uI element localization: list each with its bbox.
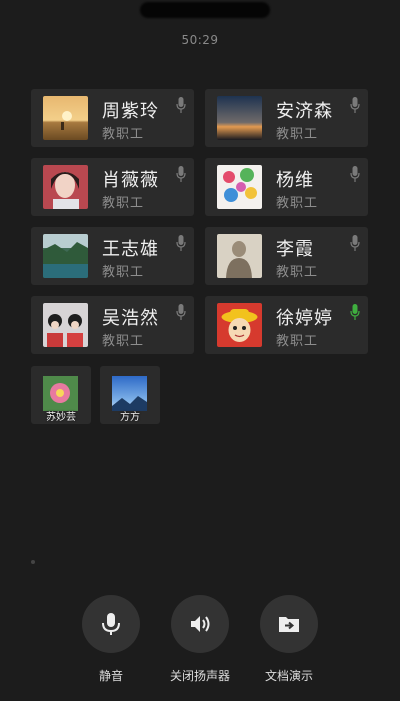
participant-card[interactable]: 安济森 教职工 — [205, 89, 368, 147]
participant-role: 教职工 — [276, 127, 319, 142]
avatar — [43, 165, 88, 209]
participant-card[interactable]: 吴浩然 教职工 — [31, 296, 194, 354]
mute-label: 静音 — [98, 669, 123, 683]
participant-card[interactable]: 徐婷婷 教职工 — [205, 296, 368, 354]
participant-card[interactable]: 杨维 教职工 — [205, 158, 368, 216]
microphone-icon-active — [350, 304, 360, 320]
avatar — [217, 165, 262, 209]
folder-share-icon — [279, 617, 299, 632]
mute-button[interactable] — [82, 595, 140, 653]
microphone-icon — [176, 304, 186, 320]
participant-name: 吴浩然 — [102, 308, 159, 329]
participant-name: 安济森 — [276, 101, 333, 122]
share-document-label: 文档演示 — [264, 669, 313, 683]
participant-name: 杨维 — [276, 170, 314, 191]
avatar — [43, 376, 78, 411]
participant-card[interactable]: 王志雄 教职工 — [31, 227, 194, 285]
small-participant-tile[interactable]: 苏妙芸 — [31, 366, 91, 424]
microphone-icon — [102, 613, 120, 635]
participant-name: 徐婷婷 — [276, 308, 333, 329]
participant-card[interactable]: 周紫玲 教职工 — [31, 89, 194, 147]
participant-role: 教职工 — [102, 265, 145, 280]
microphone-icon — [176, 97, 186, 113]
microphone-icon — [350, 166, 360, 182]
participant-role: 教职工 — [276, 334, 319, 349]
avatar — [43, 96, 88, 140]
page-indicator-dot — [31, 560, 35, 564]
participant-name: 李霞 — [276, 239, 314, 260]
speaker-toggle-label: 关闭扬声器 — [169, 669, 230, 683]
participant-name: 肖薇薇 — [102, 170, 159, 191]
microphone-icon — [350, 235, 360, 251]
participant-role: 教职工 — [102, 196, 145, 211]
participant-role: 教职工 — [276, 265, 319, 280]
participant-name: 王志雄 — [102, 239, 159, 260]
participant-role: 教职工 — [102, 334, 145, 349]
call-timer: 50:29 — [181, 33, 219, 47]
small-participant-name: 方方 — [120, 412, 140, 423]
microphone-icon — [350, 97, 360, 113]
participant-card[interactable]: 李霞 教职工 — [205, 227, 368, 285]
share-document-button[interactable] — [260, 595, 318, 653]
small-participant-name: 苏妙芸 — [46, 412, 76, 423]
speaker-toggle-button[interactable] — [171, 595, 229, 653]
speaker-icon — [191, 616, 210, 632]
avatar — [217, 234, 262, 278]
avatar — [43, 234, 88, 278]
avatar — [112, 376, 147, 411]
participant-role: 教职工 — [102, 127, 145, 142]
avatar — [217, 303, 262, 347]
participant-card[interactable]: 肖薇薇 教职工 — [31, 158, 194, 216]
participant-name: 周紫玲 — [102, 101, 159, 122]
avatar — [217, 96, 262, 140]
microphone-icon — [176, 166, 186, 182]
participant-role: 教职工 — [276, 196, 319, 211]
microphone-icon — [176, 235, 186, 251]
redacted-title — [140, 2, 270, 18]
avatar — [43, 303, 88, 347]
small-participant-tile[interactable]: 方方 — [100, 366, 160, 424]
